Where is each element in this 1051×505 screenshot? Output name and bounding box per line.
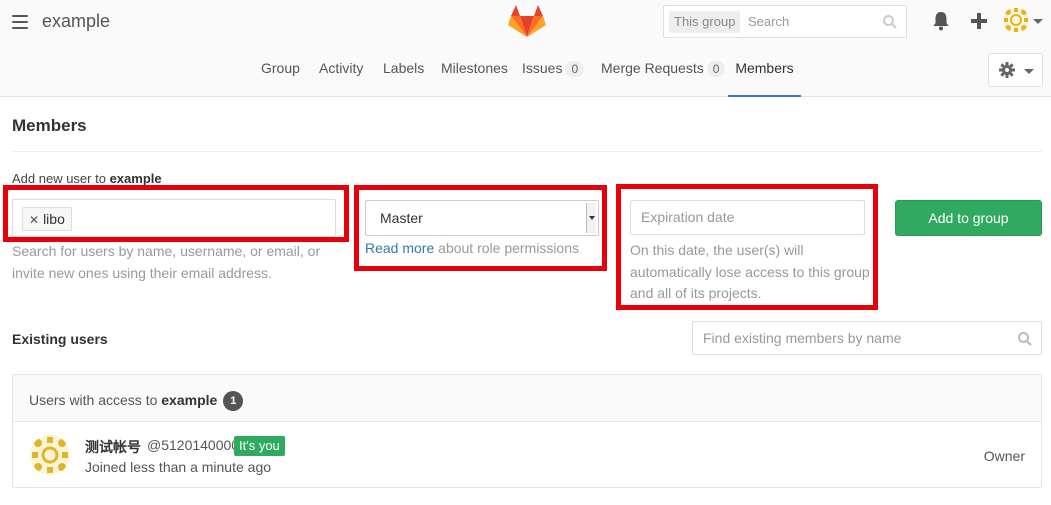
find-members-placeholder: Find existing members by name xyxy=(703,330,902,346)
search-icon xyxy=(883,15,897,29)
tab-merge-requests[interactable]: Merge Requests 0 xyxy=(601,60,726,97)
search-icon[interactable] xyxy=(1017,331,1033,347)
search-placeholder: Search xyxy=(748,14,790,29)
top-header: example This group Search xyxy=(0,0,1051,44)
members-count-badge: 1 xyxy=(223,391,244,411)
user-search-select[interactable]: ✕ libo xyxy=(12,199,336,237)
gear-icon xyxy=(999,62,1015,78)
chevron-down-icon xyxy=(1024,69,1034,74)
member-joined: Joined less than a minute ago xyxy=(85,459,272,475)
search-bar[interactable]: This group Search xyxy=(663,5,907,38)
selected-user-token[interactable]: ✕ libo xyxy=(22,207,72,231)
tab-members[interactable]: Members xyxy=(728,60,801,97)
access-level-value: Master xyxy=(380,210,423,226)
expiration-date-input[interactable]: Expiration date xyxy=(630,200,865,235)
find-members-input[interactable]: Find existing members by name xyxy=(692,321,1042,355)
tab-issues[interactable]: Issues 0 xyxy=(522,60,585,97)
notifications-bell-icon[interactable] xyxy=(930,10,952,32)
tab-labels[interactable]: Labels xyxy=(383,60,424,97)
member-avatar[interactable] xyxy=(30,435,70,475)
members-panel-header: Users with access to example 1 xyxy=(13,375,1041,422)
tab-group[interactable]: Group xyxy=(261,60,300,97)
chevron-down-icon[interactable] xyxy=(1033,19,1043,24)
group-subnav: Group Activity Labels Milestones Issues 0… xyxy=(0,44,1051,97)
remove-token-icon[interactable]: ✕ xyxy=(29,213,39,227)
access-level-select[interactable]: Master xyxy=(365,200,599,236)
new-item-plus-icon[interactable] xyxy=(968,10,990,32)
add-user-label: Add new user to example xyxy=(12,171,162,186)
add-to-group-button[interactable]: Add to group xyxy=(895,200,1042,236)
member-username: @5120140000 xyxy=(147,437,240,453)
read-more-link[interactable]: Read more xyxy=(365,240,434,256)
search-scope-badge[interactable]: This group xyxy=(669,11,741,33)
merge-requests-count-badge: 0 xyxy=(706,61,726,77)
tab-activity[interactable]: Activity xyxy=(319,60,363,97)
expiration-placeholder: Expiration date xyxy=(641,209,735,225)
expiration-help: On this date, the user(s) will automatic… xyxy=(630,242,870,301)
members-panel-title: Users with access to example 1 xyxy=(29,391,244,411)
role-help: Read more about role permissions xyxy=(365,240,580,256)
page-title: Members xyxy=(12,116,87,135)
members-panel: Users with access to example 1 测试帐号 @5120… xyxy=(12,374,1042,488)
hamburger-menu-icon[interactable] xyxy=(12,15,28,29)
tab-milestones[interactable]: Milestones xyxy=(441,60,508,97)
user-search-help: Search for users by name, username, or e… xyxy=(12,243,321,281)
member-role: Owner xyxy=(983,448,1025,464)
group-settings-button[interactable] xyxy=(988,53,1043,87)
its-you-badge: It's you xyxy=(234,436,285,456)
user-avatar[interactable] xyxy=(1003,7,1029,33)
divider xyxy=(12,151,1042,152)
gitlab-logo-icon[interactable] xyxy=(508,4,546,38)
member-name[interactable]: 测试帐号 xyxy=(85,437,141,457)
issues-count-badge: 0 xyxy=(565,61,585,77)
group-title[interactable]: example xyxy=(42,11,110,32)
select-caret-icon xyxy=(586,203,596,233)
existing-users-heading: Existing users xyxy=(12,331,108,347)
